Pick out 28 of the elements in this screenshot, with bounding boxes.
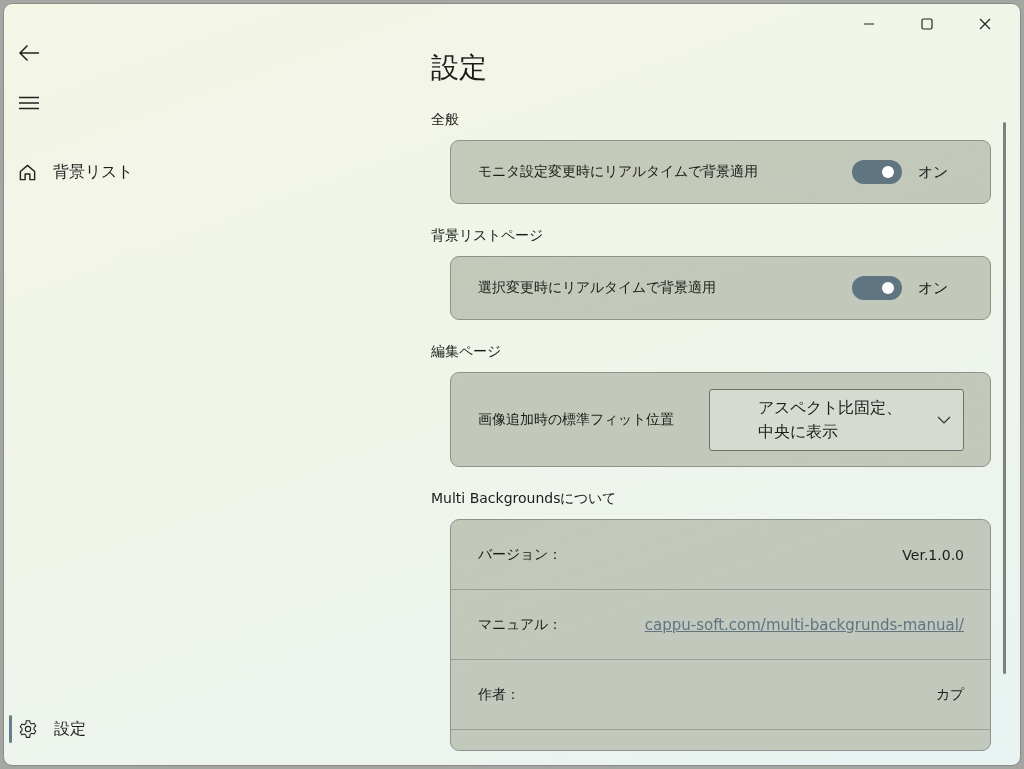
back-arrow-icon[interactable] xyxy=(18,44,40,62)
setting-label: 画像追加時の標準フィット位置 xyxy=(478,410,674,429)
menu-icon[interactable] xyxy=(18,96,40,110)
toggle-switch[interactable] xyxy=(852,276,902,300)
setting-label: バージョン： xyxy=(478,545,562,564)
setting-value: カプ xyxy=(936,685,964,704)
setting-label: 選択変更時にリアルタイムで背景適用 xyxy=(478,279,716,297)
nav-item[interactable]: 背景リスト xyxy=(8,156,198,188)
scrollbar[interactable] xyxy=(1003,122,1006,674)
dropdown[interactable]: アスペクト比固定、中央に表示 xyxy=(709,388,964,451)
section-heading: Multi Backgroundsについて xyxy=(431,489,618,507)
setting-label: モニタ設定変更時にリアルタイムで背景適用 xyxy=(478,163,758,181)
section-heading: 全般 xyxy=(431,110,460,128)
close-icon[interactable] xyxy=(979,18,991,30)
toggle-state: オン xyxy=(918,162,948,182)
nav-item[interactable]: 設定 xyxy=(8,713,198,745)
home-icon xyxy=(18,162,37,182)
settings-icon xyxy=(18,719,38,739)
maximize-icon[interactable] xyxy=(921,18,933,30)
toggle-switch[interactable] xyxy=(852,160,902,184)
setting-value: Ver.1.0.0 xyxy=(902,546,964,563)
section-heading: 背景リストページ xyxy=(431,226,544,244)
setting-label: マニュアル： xyxy=(478,615,562,634)
section-heading: 編集ページ xyxy=(431,342,502,360)
toggle-state: オン xyxy=(918,278,948,298)
chevron-down-icon xyxy=(937,415,951,424)
setting-label: 作者： xyxy=(478,685,520,704)
page-title: 設定 xyxy=(431,50,488,86)
